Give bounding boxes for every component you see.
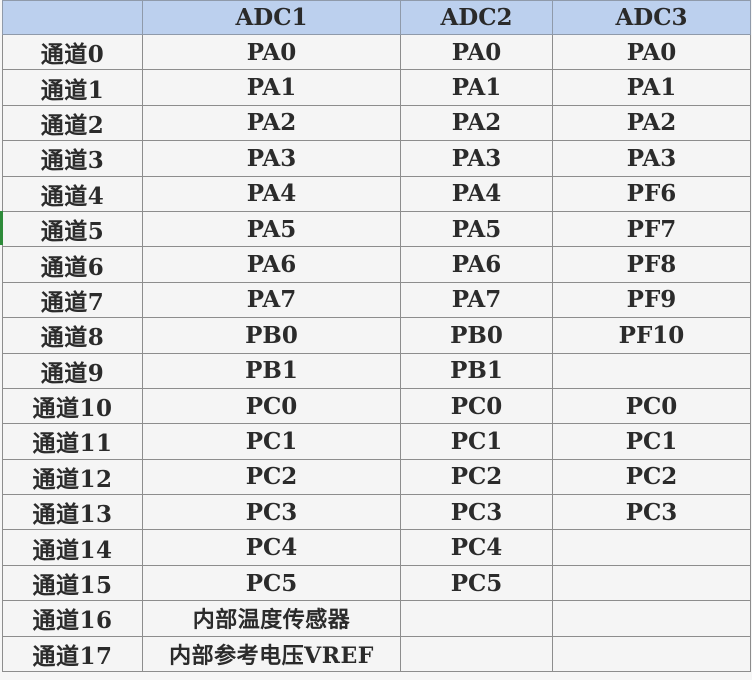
adc3-pin-cell[interactable]: PC1 — [552, 423, 751, 460]
table-row: 通道0 PA0 PA0 PA0 — [2, 33, 751, 71]
adc3-pin-cell[interactable] — [552, 564, 751, 602]
adc1-pin-cell[interactable]: PA2 — [142, 104, 401, 142]
adc2-pin-cell[interactable]: PA6 — [400, 246, 553, 283]
table-row: 通道9 PB1 PB1 — [2, 352, 751, 389]
adc2-pin-cell[interactable]: PA0 — [400, 33, 553, 71]
adc2-pin-cell[interactable]: PC3 — [400, 494, 553, 531]
table-row: 通道2 PA2 PA2 PA2 — [2, 104, 751, 142]
channel-label-cell[interactable]: 通道13 — [2, 494, 143, 531]
adc2-pin-cell[interactable]: PA2 — [400, 104, 553, 142]
header-cell-adc2[interactable]: ADC2 — [400, 0, 553, 35]
table-row: 通道12 PC2 PC2 PC2 — [2, 458, 751, 496]
table-row: 通道6 PA6 PA6 PF8 — [2, 246, 751, 283]
adc3-pin-cell[interactable]: PC2 — [552, 458, 751, 496]
channel-label-cell[interactable]: 通道17 — [2, 635, 143, 673]
adc2-pin-cell[interactable]: PC2 — [400, 458, 553, 496]
channel-label-cell[interactable]: 通道1 — [2, 69, 143, 106]
channel-label-cell[interactable]: 通道0 — [2, 33, 143, 71]
table-row: 通道10 PC0 PC0 PC0 — [2, 387, 751, 425]
adc2-pin-cell[interactable]: PC0 — [400, 387, 553, 425]
adc1-pin-cell[interactable]: PC2 — [142, 458, 401, 496]
channel-label-cell[interactable]: 通道3 — [2, 140, 143, 177]
channel-label-cell[interactable]: 通道10 — [2, 387, 143, 425]
adc3-pin-cell[interactable] — [552, 635, 751, 673]
adc3-pin-cell[interactable]: PC0 — [552, 387, 751, 425]
header-cell-corner[interactable] — [2, 0, 143, 35]
table-row: 通道7 PA7 PA7 PF9 — [2, 281, 751, 319]
adc3-pin-cell[interactable]: PA2 — [552, 104, 751, 142]
table-row: 通道11 PC1 PC1 PC1 — [2, 423, 751, 460]
table-row: 通道17 内部参考电压VREF — [2, 635, 751, 673]
adc1-pin-cell[interactable]: PA0 — [142, 33, 401, 71]
adc1-pin-cell[interactable]: 内部温度传感器 — [142, 600, 401, 637]
header-row: ADC1 ADC2 ADC3 — [2, 0, 751, 35]
adc1-pin-cell[interactable]: 内部参考电压VREF — [142, 635, 401, 673]
adc2-pin-cell[interactable] — [400, 635, 553, 673]
channel-label-cell[interactable]: 通道6 — [2, 246, 143, 283]
adc1-pin-cell[interactable]: PA1 — [142, 69, 401, 106]
adc2-pin-cell[interactable]: PB0 — [400, 317, 553, 354]
adc1-pin-cell[interactable]: PC1 — [142, 423, 401, 460]
adc3-pin-cell[interactable] — [552, 600, 751, 637]
table-row: 通道4 PA4 PA4 PF6 — [2, 175, 751, 212]
adc2-pin-cell[interactable]: PC4 — [400, 529, 553, 566]
header-cell-adc1[interactable]: ADC1 — [142, 0, 401, 35]
adc1-pin-cell[interactable]: PC3 — [142, 494, 401, 531]
adc3-pin-cell[interactable]: PA1 — [552, 69, 751, 106]
adc2-pin-cell[interactable]: PA3 — [400, 140, 553, 177]
channel-label-cell[interactable]: 通道2 — [2, 104, 143, 142]
adc3-pin-cell[interactable]: PA3 — [552, 140, 751, 177]
table-row: 通道16 内部温度传感器 — [2, 600, 751, 637]
adc1-pin-cell[interactable]: PA4 — [142, 175, 401, 212]
channel-label-cell[interactable]: 通道16 — [2, 600, 143, 637]
channel-label-cell[interactable]: 通道8 — [2, 317, 143, 354]
adc1-pin-cell[interactable]: PA5 — [142, 210, 401, 248]
adc1-pin-cell[interactable]: PC0 — [142, 387, 401, 425]
adc1-pin-cell[interactable]: PC5 — [142, 564, 401, 602]
table-row: 通道5 PA5 PA5 PF7 — [2, 210, 751, 248]
adc1-pin-cell[interactable]: PA3 — [142, 140, 401, 177]
adc3-pin-cell[interactable]: PF8 — [552, 246, 751, 283]
adc2-pin-cell[interactable]: PB1 — [400, 352, 553, 389]
table-row: 通道15 PC5 PC5 — [2, 564, 751, 602]
table-row: 通道3 PA3 PA3 PA3 — [2, 140, 751, 177]
adc2-pin-cell[interactable]: PC5 — [400, 564, 553, 602]
table-row: 通道8 PB0 PB0 PF10 — [2, 317, 751, 354]
channel-label-cell[interactable]: 通道12 — [2, 458, 143, 496]
channel-label-cell[interactable]: 通道14 — [2, 529, 143, 566]
adc3-pin-cell[interactable]: PF6 — [552, 175, 751, 212]
adc2-pin-cell[interactable]: PA4 — [400, 175, 553, 212]
adc3-pin-cell[interactable]: PA0 — [552, 33, 751, 71]
header-cell-adc3[interactable]: ADC3 — [552, 0, 751, 35]
spreadsheet-view: ADC1 ADC2 ADC3 通道0 PA0 PA0 PA0 通道1 PA1 PA1 PA1 通… — [0, 0, 752, 680]
adc3-pin-cell[interactable]: PF10 — [552, 317, 751, 354]
adc3-pin-cell[interactable] — [552, 352, 751, 389]
adc2-pin-cell[interactable]: PA7 — [400, 281, 553, 319]
channel-label-cell[interactable]: 通道11 — [2, 423, 143, 460]
table-row: 通道13 PC3 PC3 PC3 — [2, 494, 751, 531]
channel-label-cell[interactable]: 通道9 — [2, 352, 143, 389]
adc3-pin-cell[interactable]: PF7 — [552, 210, 751, 248]
table-body: 通道0 PA0 PA0 PA0 通道1 PA1 PA1 PA1 通道2 PA2 PA2 PA2 通道3 P… — [2, 33, 751, 673]
adc2-pin-cell[interactable]: PA1 — [400, 69, 553, 106]
adc3-pin-cell[interactable]: PF9 — [552, 281, 751, 319]
adc3-pin-cell[interactable]: PC3 — [552, 494, 751, 531]
adc3-pin-cell[interactable] — [552, 529, 751, 566]
table-row: 通道1 PA1 PA1 PA1 — [2, 69, 751, 106]
channel-label-cell[interactable]: 通道15 — [2, 564, 143, 602]
channel-label-cell[interactable]: 通道5 — [2, 210, 143, 248]
adc1-pin-cell[interactable]: PC4 — [142, 529, 401, 566]
adc1-pin-cell[interactable]: PB1 — [142, 352, 401, 389]
adc2-pin-cell[interactable] — [400, 600, 553, 637]
adc1-pin-cell[interactable]: PA6 — [142, 246, 401, 283]
adc2-pin-cell[interactable]: PA5 — [400, 210, 553, 248]
channel-label-cell[interactable]: 通道7 — [2, 281, 143, 319]
adc-channel-table: ADC1 ADC2 ADC3 通道0 PA0 PA0 PA0 通道1 PA1 PA1 PA1 通… — [2, 0, 751, 673]
adc2-pin-cell[interactable]: PC1 — [400, 423, 553, 460]
table-row: 通道14 PC4 PC4 — [2, 529, 751, 566]
adc1-pin-cell[interactable]: PA7 — [142, 281, 401, 319]
adc1-pin-cell[interactable]: PB0 — [142, 317, 401, 354]
row-selection-marker — [0, 211, 3, 245]
channel-label-cell[interactable]: 通道4 — [2, 175, 143, 212]
